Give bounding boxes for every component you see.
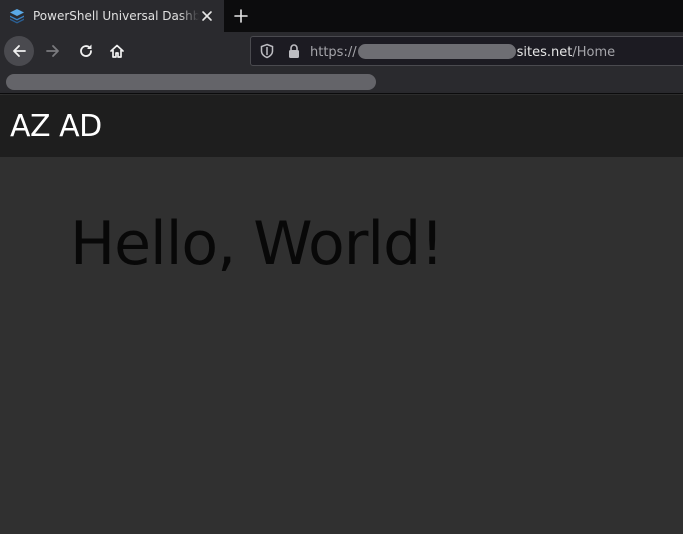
lock-icon[interactable] (286, 43, 302, 59)
url-text: https:// sites.net/Home (310, 44, 615, 60)
plus-icon (234, 9, 248, 23)
url-host: sites.net (516, 45, 573, 60)
reload-button[interactable] (71, 36, 101, 66)
back-arrow-icon (13, 45, 26, 57)
home-button[interactable] (102, 36, 132, 66)
forward-arrow-icon (46, 45, 59, 57)
app-title: AZ AD (10, 108, 102, 144)
bookmarks-bar (0, 70, 683, 94)
redacted-bookmarks (6, 74, 376, 90)
tab-active[interactable]: PowerShell Universal Dashboard (0, 0, 224, 32)
reload-icon (80, 44, 92, 57)
tab-strip: PowerShell Universal Dashboard (0, 0, 683, 32)
app-bar: AZ AD (0, 95, 683, 157)
new-tab-button[interactable] (230, 5, 252, 27)
url-scheme: https:// (310, 45, 357, 60)
forward-button[interactable] (38, 36, 68, 66)
layers-icon (9, 8, 25, 24)
close-icon[interactable] (199, 8, 215, 24)
redacted-block (357, 44, 516, 59)
page-heading: Hello, World! (70, 209, 444, 279)
nav-toolbar: https:// sites.net/Home (0, 32, 683, 70)
tab-title: PowerShell Universal Dashboard (33, 9, 199, 23)
address-bar[interactable]: https:// sites.net/Home (250, 36, 683, 66)
back-button[interactable] (4, 36, 34, 66)
url-path: /Home (572, 45, 616, 60)
browser-window: PowerShell Universal Dashboard (0, 0, 683, 534)
page-content: Hello, World! (0, 157, 683, 534)
shield-icon[interactable] (259, 43, 275, 59)
home-icon (110, 44, 124, 58)
